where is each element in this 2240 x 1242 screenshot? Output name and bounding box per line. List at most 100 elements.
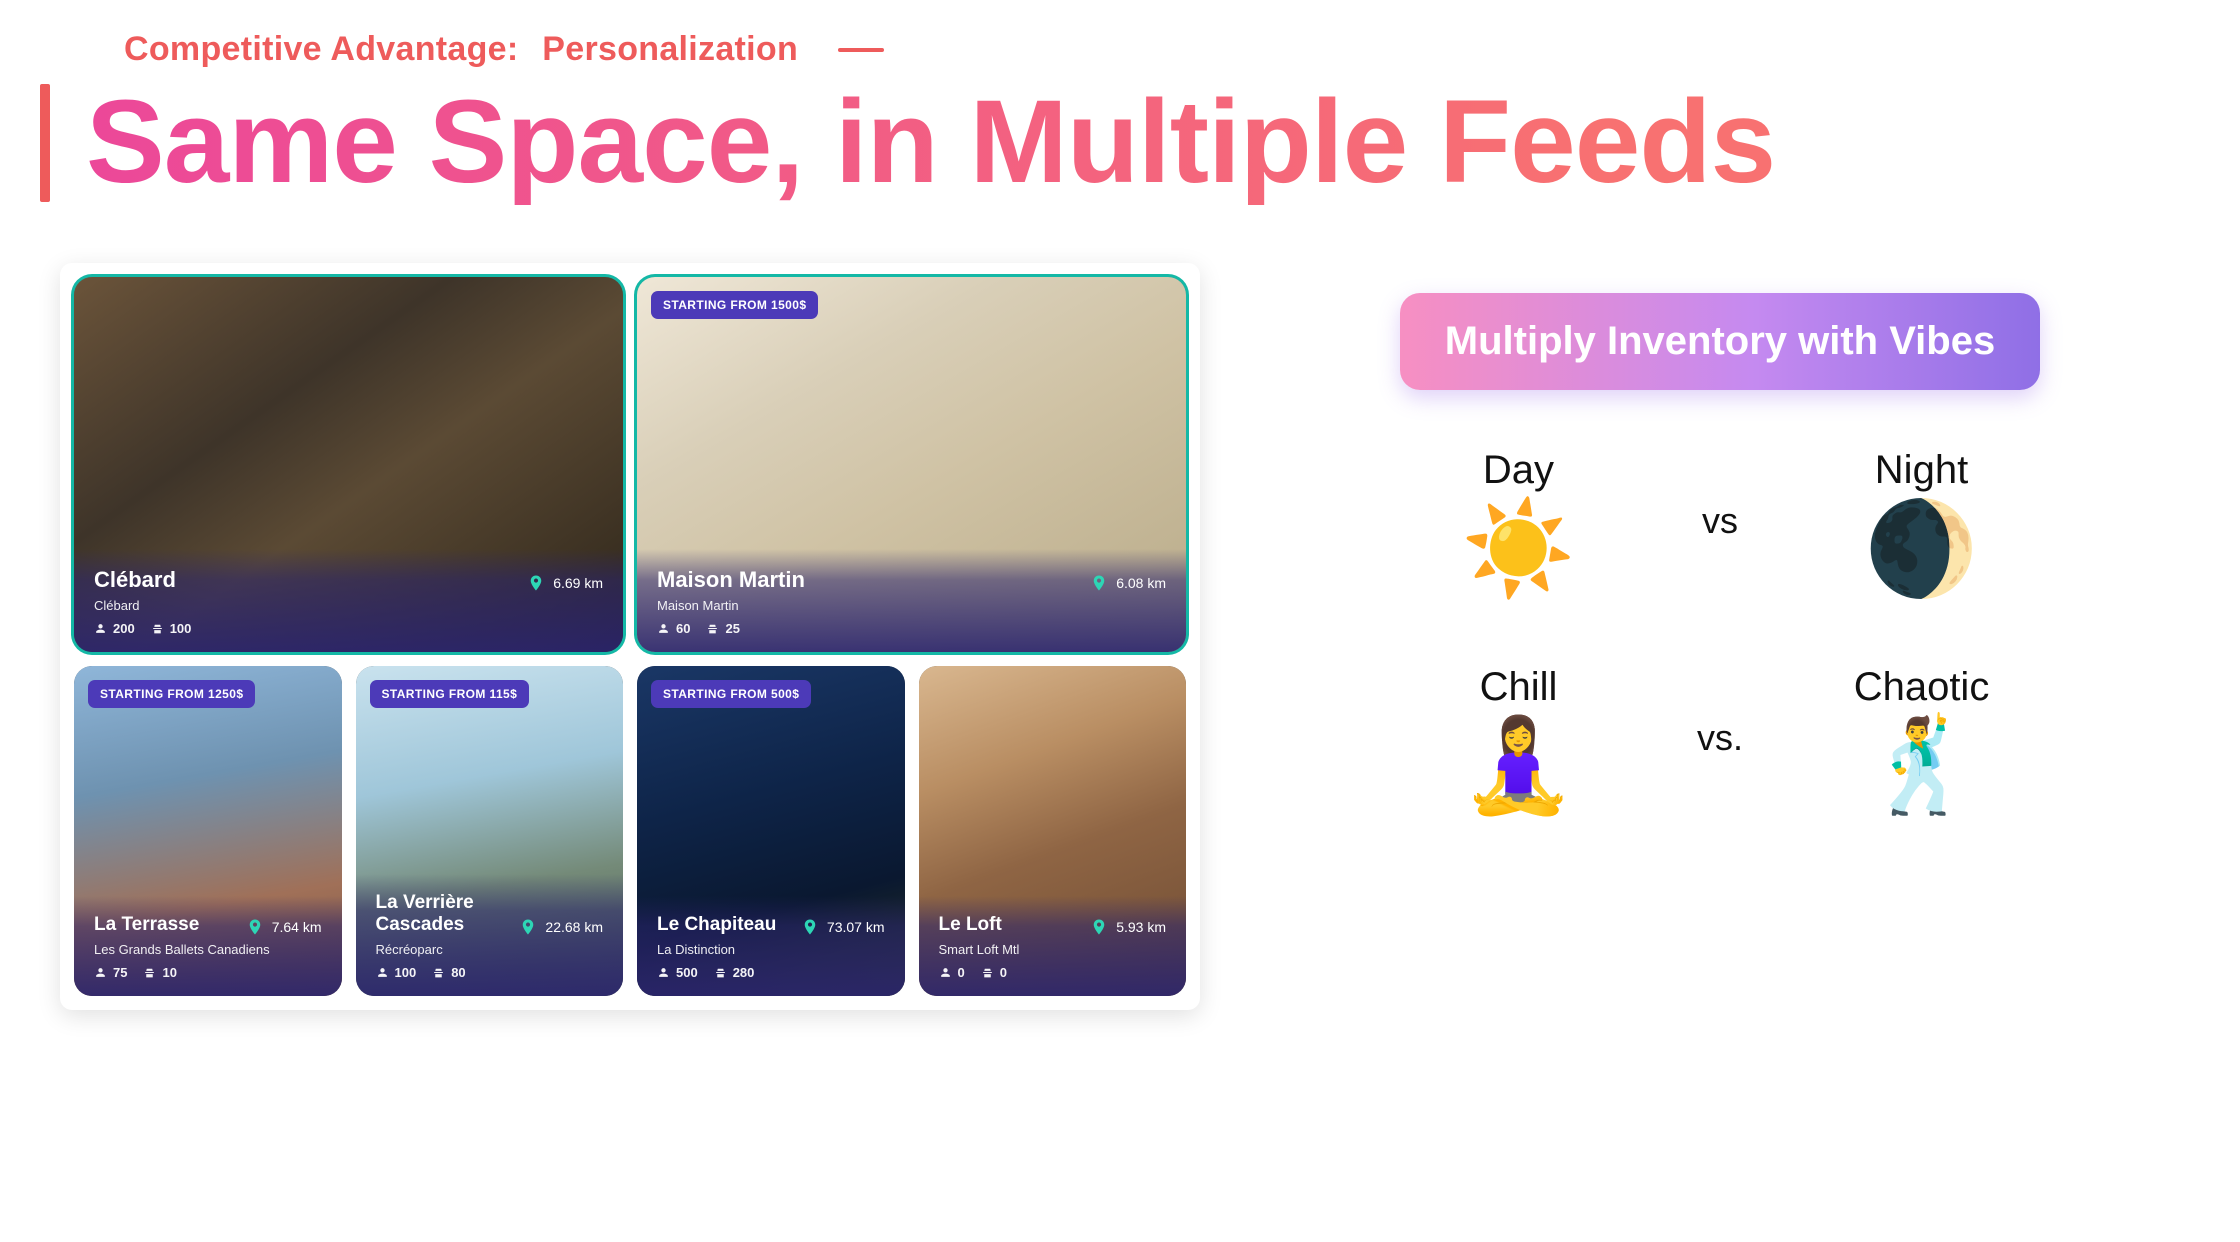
gallery-row-secondary: STARTING FROM 1250$ La Terrasse 7.64 km … (74, 666, 1186, 996)
venue-card-footer: Le Chapiteau 73.07 km La Distinction 500… (637, 896, 905, 996)
venue-name: Le Loft (939, 914, 1002, 936)
person-icon (939, 966, 952, 979)
gallery-panel: Clébard 6.69 km Clébard 200 100 (60, 263, 1200, 1010)
capacity-value: 60 (676, 621, 690, 636)
title-accent-bar (40, 84, 50, 202)
venue-distance: 73.07 km (801, 918, 885, 936)
person-icon (376, 966, 389, 979)
venue-distance-value: 6.08 km (1116, 575, 1166, 591)
seated-stat: 25 (706, 621, 739, 636)
dance-icon: 🕺 (1854, 720, 1990, 812)
venue-stats: 200 100 (94, 621, 603, 636)
venue-stats: 75 10 (94, 965, 322, 980)
capacity-stat: 500 (657, 965, 698, 980)
pin-icon (1090, 574, 1108, 592)
venue-name: Maison Martin (657, 567, 805, 592)
venue-name: La Verrière Cascades (376, 892, 508, 936)
seated-value: 25 (725, 621, 739, 636)
vibe-cell-chaotic: Chaotic 🕺 (1854, 665, 1990, 812)
seated-stat: 280 (714, 965, 755, 980)
capacity-value: 500 (676, 965, 698, 980)
venue-stats: 60 25 (657, 621, 1166, 636)
venue-card[interactable]: Clébard 6.69 km Clébard 200 100 (74, 277, 623, 652)
vibe-cell-day: Day ☀️ (1461, 448, 1576, 595)
content-row: Clébard 6.69 km Clébard 200 100 (110, 263, 2130, 1010)
venue-host: Maison Martin (657, 598, 1166, 613)
eyebrow: Competitive Advantage: Personalization (124, 30, 798, 69)
seat-icon (151, 622, 164, 635)
price-badge: STARTING FROM 115$ (370, 680, 530, 708)
venue-distance-value: 5.93 km (1116, 919, 1166, 935)
pin-icon (801, 918, 819, 936)
seat-icon (714, 966, 727, 979)
venue-distance: 6.69 km (527, 574, 603, 592)
venue-distance-value: 7.64 km (272, 919, 322, 935)
venue-card-footer: Clébard 6.69 km Clébard 200 100 (74, 549, 623, 652)
pin-icon (246, 918, 264, 936)
venue-distance: 5.93 km (1090, 918, 1166, 936)
vibe-label: Chaotic (1854, 665, 1990, 710)
seated-value: 10 (162, 965, 176, 980)
pin-icon (519, 918, 537, 936)
venue-stats: 0 0 (939, 965, 1167, 980)
seat-icon (981, 966, 994, 979)
venue-name: Le Chapiteau (657, 914, 776, 936)
venue-host: Récréoparc (376, 942, 604, 957)
person-icon (94, 622, 107, 635)
seated-stat: 0 (981, 965, 1007, 980)
venue-host: Clébard (94, 598, 603, 613)
eyebrow-sub: Personalization (542, 30, 798, 68)
vibe-cell-night: Night 🌒 (1864, 448, 1979, 595)
moon-icon: 🌒 (1864, 503, 1979, 595)
capacity-stat: 75 (94, 965, 127, 980)
slide: Competitive Advantage: Personalization S… (0, 0, 2240, 1242)
capacity-value: 200 (113, 621, 135, 636)
pin-icon (1090, 918, 1108, 936)
gallery-row-featured: Clébard 6.69 km Clébard 200 100 (74, 277, 1186, 652)
seated-stat: 80 (432, 965, 465, 980)
capacity-stat: 60 (657, 621, 690, 636)
person-icon (657, 622, 670, 635)
seated-value: 80 (451, 965, 465, 980)
venue-card[interactable]: STARTING FROM 1250$ La Terrasse 7.64 km … (74, 666, 342, 996)
venue-card[interactable]: STARTING FROM 1500$ Maison Martin 6.08 k… (637, 277, 1186, 652)
venue-distance: 7.64 km (246, 918, 322, 936)
venue-stats: 100 80 (376, 965, 604, 980)
seat-icon (706, 622, 719, 635)
page-title: Same Space, in Multiple Feeds (86, 81, 1775, 205)
eyebrow-label: Competitive Advantage: (124, 30, 519, 68)
capacity-value: 100 (395, 965, 417, 980)
seated-stat: 100 (151, 621, 192, 636)
venue-card[interactable]: STARTING FROM 500$ Le Chapiteau 73.07 km… (637, 666, 905, 996)
venue-distance: 6.08 km (1090, 574, 1166, 592)
vs-label: vs (1702, 500, 1738, 542)
venue-distance-value: 6.69 km (553, 575, 603, 591)
sun-icon: ☀️ (1461, 503, 1576, 595)
vibe-label: Night (1864, 448, 1979, 493)
venue-name: Clébard (94, 567, 176, 592)
vs-label: vs. (1697, 717, 1743, 759)
capacity-value: 0 (958, 965, 965, 980)
vibes-grid: Day ☀️ vs Night 🌒 Chill 🧘‍♀️ vs. Chaotic… (1400, 448, 2040, 812)
capacity-value: 75 (113, 965, 127, 980)
seated-stat: 10 (143, 965, 176, 980)
venue-host: Smart Loft Mtl (939, 942, 1167, 957)
vibe-label: Chill (1461, 665, 1576, 710)
venue-distance: 22.68 km (519, 918, 603, 936)
seat-icon (432, 966, 445, 979)
venue-card[interactable]: STARTING FROM 115$ La Verrière Cascades … (356, 666, 624, 996)
seat-icon (143, 966, 156, 979)
venue-card-footer: Maison Martin 6.08 km Maison Martin 60 2… (637, 549, 1186, 652)
venue-distance-value: 22.68 km (545, 919, 603, 935)
right-column: Multiply Inventory with Vibes Day ☀️ vs … (1310, 263, 2130, 812)
venue-stats: 500 280 (657, 965, 885, 980)
eyebrow-row: Competitive Advantage: Personalization (110, 30, 2130, 69)
seated-value: 0 (1000, 965, 1007, 980)
price-badge: STARTING FROM 1500$ (651, 291, 818, 319)
yoga-icon: 🧘‍♀️ (1461, 720, 1576, 812)
venue-name: La Terrasse (94, 914, 199, 936)
vibe-label: Day (1461, 448, 1576, 493)
venue-card[interactable]: Le Loft 5.93 km Smart Loft Mtl 0 0 (919, 666, 1187, 996)
pin-icon (527, 574, 545, 592)
capacity-stat: 100 (376, 965, 417, 980)
